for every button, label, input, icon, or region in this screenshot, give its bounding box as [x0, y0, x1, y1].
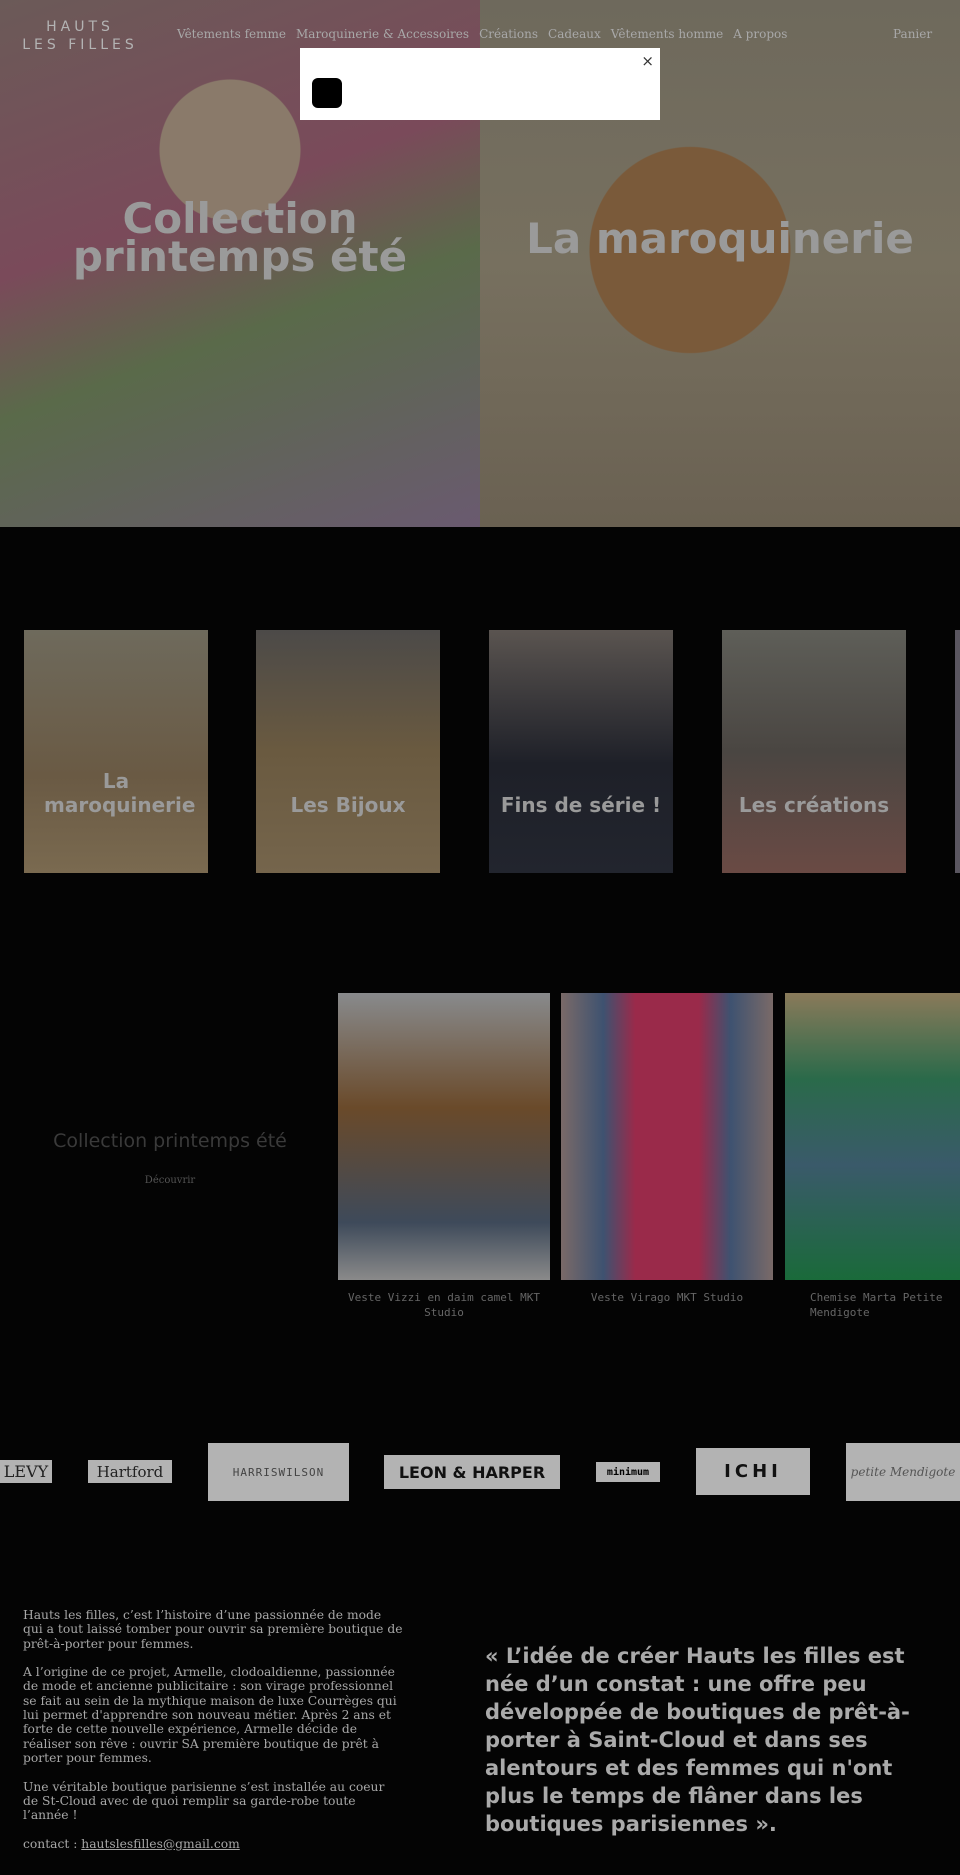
logo-line: HAUTS: [46, 19, 114, 35]
about-text: Hauts les filles, c’est l’histoire d’une…: [23, 1608, 403, 1865]
category-label: Les créations: [738, 793, 890, 817]
contact-label: contact :: [23, 1836, 82, 1851]
brand-logo[interactable]: HARRISWILSON: [208, 1443, 349, 1501]
category-card-bijoux[interactable]: Les Bijoux: [256, 630, 440, 873]
brand-logo[interactable]: ICHI: [696, 1448, 810, 1495]
brand-logo[interactable]: petite Mendigote: [846, 1443, 960, 1501]
nav-creations[interactable]: Créations: [479, 27, 538, 41]
nav-vetements-homme[interactable]: Vêtements homme: [611, 27, 723, 41]
brand-logo[interactable]: LEON & HARPER: [384, 1455, 560, 1489]
discover-link[interactable]: Découvrir: [0, 1175, 340, 1186]
nav-maroquinerie[interactable]: Maroquinerie & Accessoires: [296, 27, 469, 41]
contact-line: contact : hautslesfilles@gmail.com: [23, 1837, 403, 1851]
product-image[interactable]: [561, 993, 773, 1280]
category-label: Les Bijoux: [290, 793, 406, 817]
nav-cadeaux[interactable]: Cadeaux: [548, 27, 601, 41]
popup-logo-icon: [312, 78, 342, 108]
founder-quote: « L’idée de créer Hauts les filles est n…: [485, 1644, 910, 1836]
category-label: Fins de série !: [500, 793, 662, 817]
category-card-fins-de-serie[interactable]: Fins de série !: [489, 630, 673, 873]
main-nav: Vêtements femme Maroquinerie & Accessoir…: [177, 27, 787, 41]
about-paragraph: Une véritable boutique parisienne s’est …: [23, 1779, 385, 1823]
hero-title: Collection printemps été: [72, 194, 408, 281]
close-icon[interactable]: ×: [641, 52, 654, 70]
category-card-next[interactable]: [955, 630, 960, 873]
about-paragraph: A l’origine de ce projet, Armelle, clodo…: [23, 1665, 397, 1765]
category-card-creations[interactable]: Les créations: [722, 630, 906, 873]
nav-a-propos[interactable]: A propos: [733, 27, 787, 41]
cart-link[interactable]: Panier: [893, 27, 932, 41]
product-name[interactable]: Veste Virago MKT Studio: [561, 1290, 773, 1305]
product-image[interactable]: [785, 993, 960, 1280]
category-label: La maroquinerie: [44, 769, 196, 817]
brand-logo[interactable]: LEVY: [0, 1460, 52, 1483]
brand-logo[interactable]: minimum: [596, 1462, 660, 1482]
product-image[interactable]: [338, 993, 550, 1280]
brand-logo[interactable]: Hartford: [88, 1460, 172, 1483]
popup-dialog: ×: [300, 48, 660, 120]
product-name[interactable]: Chemise Marta Petite Mendigote: [785, 1290, 960, 1320]
contact-email-link[interactable]: hautslesfilles@gmail.com: [81, 1837, 240, 1851]
category-card-maroquinerie[interactable]: La maroquinerie: [24, 630, 208, 873]
product-name[interactable]: Veste Vizzi en daim camel MKT Studio: [338, 1290, 550, 1320]
about-paragraph: Hauts les filles, c’est l’histoire d’une…: [23, 1608, 403, 1651]
nav-vetements-femme[interactable]: Vêtements femme: [177, 27, 286, 41]
hero-title: La maroquinerie: [526, 214, 914, 263]
logo[interactable]: HAUTS LES FILLES: [20, 18, 140, 54]
collection-title: Collection printemps été: [53, 1130, 287, 1152]
logo-line: LES FILLES: [22, 37, 138, 53]
